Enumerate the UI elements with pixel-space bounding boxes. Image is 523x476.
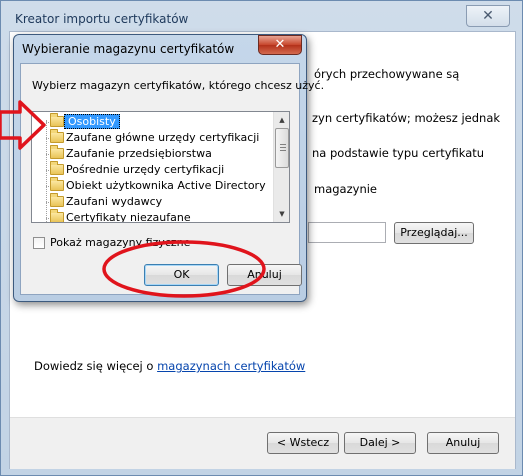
tree-item-untrusted-certificates[interactable]: Certyfikaty niezaufane bbox=[32, 209, 272, 223]
grip-line bbox=[280, 144, 286, 145]
folder-icon bbox=[50, 161, 64, 175]
folder-icon bbox=[50, 193, 64, 207]
show-physical-stores-label: Pokaż magazyny fizyczne bbox=[50, 236, 191, 249]
next-button[interactable]: Dalej > bbox=[344, 432, 416, 454]
tree-item-label: Obiekt użytkownika Active Directory bbox=[66, 179, 266, 192]
tree-item-label: Certyfikaty niezaufane bbox=[66, 211, 191, 223]
wizard-description-line-3: na podstawie typu certyfikatu bbox=[312, 146, 485, 160]
wizard-description-line-2: zyn certyfikatów; możesz jednak bbox=[312, 111, 501, 125]
certificate-store-field[interactable] bbox=[308, 222, 386, 243]
certificate-store-tree[interactable]: Osobisty Zaufane główne urzędy certyfika… bbox=[31, 111, 290, 223]
wizard-title: Kreator importu certyfikatów bbox=[15, 12, 189, 26]
browse-button[interactable]: Przeglądaj... bbox=[394, 222, 474, 244]
tree-item-active-directory-user[interactable]: Obiekt użytkownika Active Directory bbox=[32, 177, 272, 194]
learn-more-prefix: Dowiedz się więcej o bbox=[34, 359, 154, 373]
tree-item-label: Zaufani wydawcy bbox=[66, 195, 163, 208]
folder-icon bbox=[50, 209, 64, 222]
wizard-description-line-1: órych przechowywane są bbox=[314, 67, 460, 81]
dialog-close-button[interactable]: ✕ bbox=[258, 35, 302, 55]
folder-icon bbox=[50, 145, 64, 159]
ok-button[interactable]: OK bbox=[144, 264, 219, 286]
tree-item-trusted-root[interactable]: Zaufane główne urzędy certyfikacji bbox=[32, 129, 272, 146]
scroll-down-arrow-icon[interactable]: ▼ bbox=[274, 206, 289, 222]
folder-icon bbox=[50, 113, 64, 127]
tree-item-label: Zaufanie przedsiębiorstwa bbox=[66, 147, 212, 160]
tree-item-enterprise-trust[interactable]: Zaufanie przedsiębiorstwa bbox=[32, 145, 272, 162]
tree-item-personal[interactable]: Osobisty bbox=[32, 113, 272, 130]
show-physical-stores-checkbox[interactable] bbox=[33, 237, 45, 249]
tree-item-label: Zaufane główne urzędy certyfikacji bbox=[66, 131, 260, 144]
tree-scrollbar[interactable]: ▲ ▼ bbox=[273, 112, 289, 222]
tree-item-intermediate-ca[interactable]: Pośrednie urzędy certyfikacji bbox=[32, 161, 272, 178]
dialog-prompt: Wybierz magazyn certyfikatów, którego ch… bbox=[32, 79, 325, 92]
scrollbar-thumb[interactable] bbox=[275, 128, 289, 168]
certificate-stores-link[interactable]: magazynach certyfikatów bbox=[157, 359, 305, 373]
tree-item-label: Pośrednie urzędy certyfikacji bbox=[66, 163, 225, 176]
wizard-description-line-4: magazynie bbox=[314, 182, 377, 196]
wizard-cancel-button[interactable]: Anuluj bbox=[427, 432, 499, 454]
back-button[interactable]: < Wstecz bbox=[267, 432, 339, 454]
dialog-client-area: Wybierz magazyn certyfikatów, którego ch… bbox=[20, 63, 324, 295]
scroll-up-arrow-icon[interactable]: ▲ bbox=[274, 112, 289, 128]
learn-more-line: Dowiedz się więcej o magazynach certyfik… bbox=[34, 359, 305, 373]
grip-line bbox=[280, 150, 286, 151]
select-certificate-store-dialog: Wybieranie magazynu certyfikatów ✕ Wybie… bbox=[13, 34, 324, 302]
tree-item-label: Osobisty bbox=[64, 114, 120, 129]
wizard-close-button[interactable]: ✕ bbox=[466, 5, 510, 27]
grip-line bbox=[280, 147, 286, 148]
folder-icon bbox=[50, 177, 64, 191]
dialog-cancel-button[interactable]: Anuluj bbox=[227, 264, 302, 286]
tree-item-trusted-publishers[interactable]: Zaufani wydawcy bbox=[32, 193, 272, 210]
folder-icon bbox=[50, 129, 64, 143]
dialog-title: Wybieranie magazynu certyfikatów bbox=[22, 42, 235, 56]
